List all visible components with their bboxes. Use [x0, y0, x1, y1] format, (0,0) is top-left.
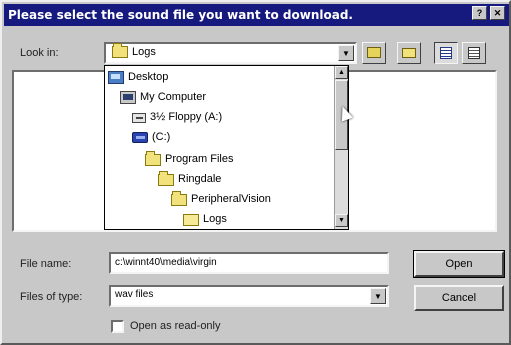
- details-view-icon: [468, 47, 480, 59]
- dropdown-item-label: PeripheralVision: [191, 193, 271, 205]
- dropdown-item-label: (C:): [152, 131, 171, 143]
- new-folder-icon: [402, 48, 416, 58]
- dropdown-item-label: Ringdale: [178, 173, 222, 185]
- dropdown-item-label: My Computer: [140, 91, 207, 103]
- folder-icon: [145, 150, 161, 166]
- folder-up-icon: [367, 47, 381, 58]
- dialog-title: Please select the sound file you want to…: [8, 8, 353, 22]
- folder-icon: [171, 190, 187, 206]
- dropdown-item-c-drive[interactable]: (C:): [132, 130, 170, 145]
- folder-icon: [112, 43, 128, 58]
- close-button[interactable]: ✕: [490, 6, 505, 20]
- help-button[interactable]: ?: [472, 6, 487, 20]
- open-button[interactable]: Open: [413, 250, 505, 278]
- dropdown-item-peripheralvision[interactable]: PeripheralVision: [171, 190, 271, 207]
- dropdown-item-my-computer[interactable]: My Computer: [120, 90, 206, 105]
- list-view-button[interactable]: [434, 42, 458, 64]
- dropdown-item-label: 3½ Floppy (A:): [150, 111, 223, 123]
- dropdown-item-label: Desktop: [128, 71, 169, 83]
- dropdown-item-floppy[interactable]: 3½ Floppy (A:): [132, 110, 222, 125]
- read-only-label: Open as read-only: [130, 320, 221, 332]
- details-view-button[interactable]: [462, 42, 486, 64]
- file-name-label: File name:: [20, 258, 72, 270]
- file-type-combo[interactable]: wav files ▼: [109, 285, 389, 307]
- look-in-label: Look in:: [20, 47, 59, 59]
- look-in-value: Logs: [132, 46, 156, 58]
- file-type-label: Files of type:: [20, 291, 83, 303]
- dropdown-item-ringdale[interactable]: Ringdale: [158, 170, 222, 187]
- look-in-dropdown-list: Desktop My Computer 3½ Floppy (A:) (C:) …: [104, 65, 349, 230]
- up-one-level-button[interactable]: [362, 42, 386, 64]
- folder-open-icon: [183, 213, 199, 226]
- list-view-icon: [440, 47, 452, 59]
- scroll-down-button[interactable]: ▼: [335, 214, 348, 227]
- file-name-input[interactable]: c:\winnt40\media\virgin: [109, 252, 389, 274]
- dropdown-scrollbar[interactable]: ▲ ▼: [334, 66, 348, 229]
- dropdown-item-desktop[interactable]: Desktop: [108, 70, 168, 85]
- desktop-icon: [108, 71, 124, 84]
- floppy-icon: [132, 112, 146, 123]
- computer-icon: [120, 91, 136, 104]
- file-type-value: wav files: [115, 289, 154, 300]
- file-type-dropdown-arrow[interactable]: ▼: [370, 288, 386, 304]
- title-bar: Please select the sound file you want to…: [4, 4, 509, 26]
- scroll-up-button[interactable]: ▲: [335, 66, 348, 79]
- dropdown-item-label: Logs: [203, 213, 227, 225]
- dropdown-item-label: Program Files: [165, 153, 234, 165]
- look-in-dropdown-arrow[interactable]: ▼: [338, 45, 354, 61]
- create-new-folder-button[interactable]: [397, 42, 421, 64]
- folder-icon: [158, 170, 174, 186]
- look-in-combo[interactable]: Logs ▼: [104, 42, 357, 64]
- cancel-button[interactable]: Cancel: [414, 285, 504, 311]
- dropdown-item-program-files[interactable]: Program Files: [145, 150, 234, 167]
- look-in-current: Logs: [112, 43, 156, 58]
- open-file-dialog: Please select the sound file you want to…: [0, 0, 511, 345]
- dropdown-item-logs[interactable]: Logs: [183, 212, 227, 227]
- read-only-checkbox[interactable]: [111, 320, 124, 333]
- drive-icon: [132, 132, 148, 143]
